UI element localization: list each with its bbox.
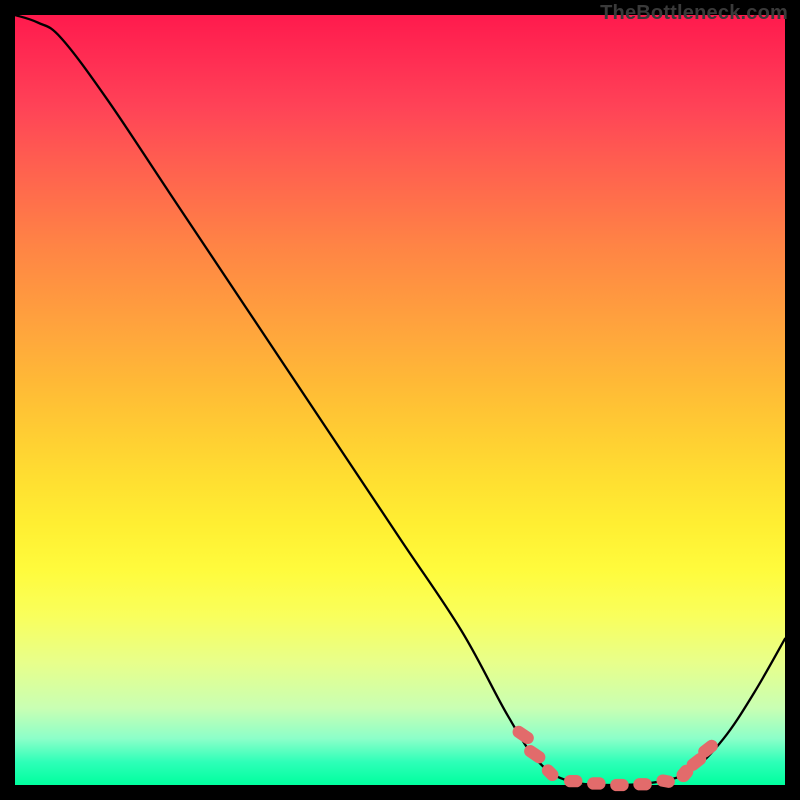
bottleneck-curve	[15, 15, 785, 785]
chart-container: TheBottleneck.com	[0, 0, 800, 800]
attribution-label: TheBottleneck.com	[600, 2, 788, 25]
curve-markers	[510, 723, 720, 791]
plot-area	[15, 15, 785, 785]
curve-marker	[633, 778, 651, 790]
curve-marker	[587, 777, 605, 789]
curve-layer	[15, 15, 785, 785]
curve-marker	[610, 779, 628, 791]
curve-marker	[655, 773, 675, 788]
curve-marker	[564, 775, 582, 787]
